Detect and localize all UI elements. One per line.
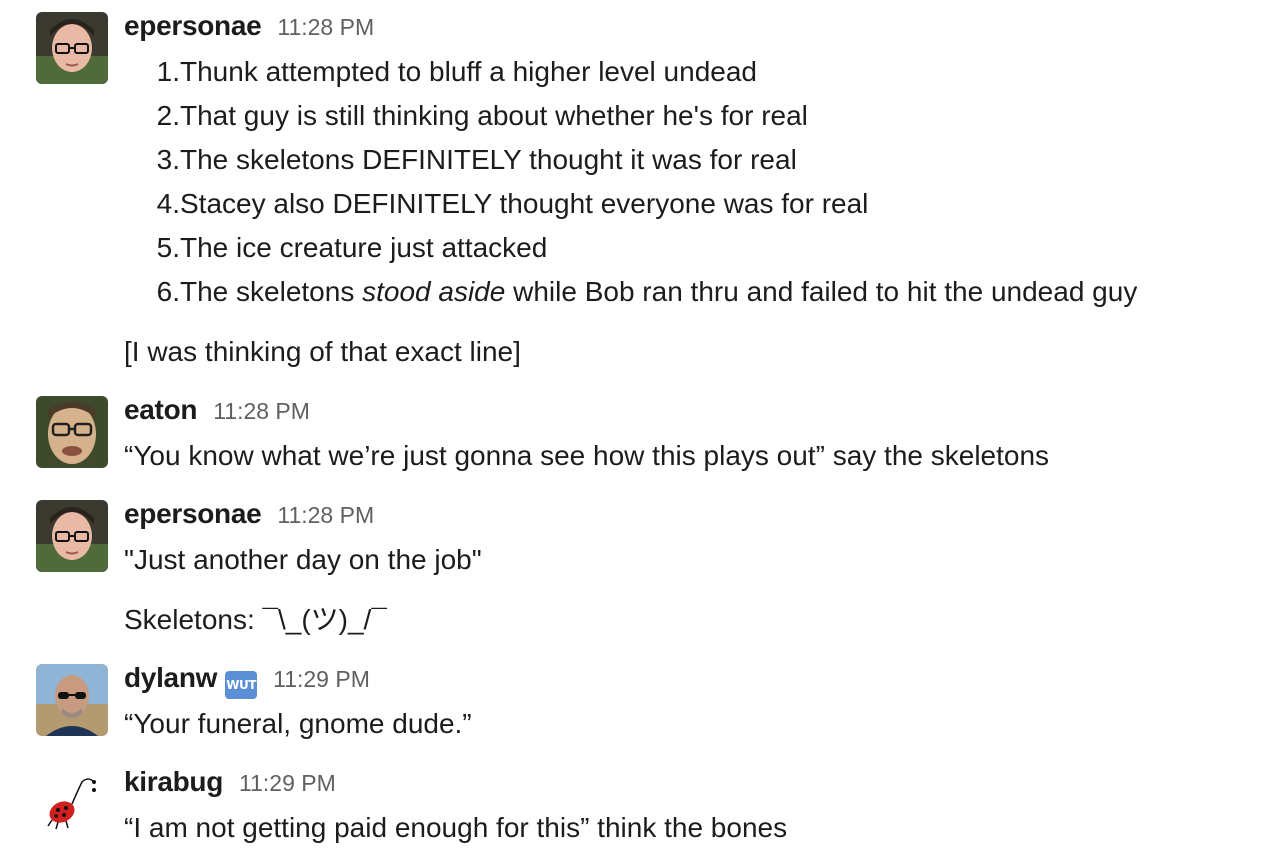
list-item-text: Stacey also DEFINITELY thought everyone …: [180, 188, 869, 219]
list-item-text: Thunk attempted to bluff a higher level …: [180, 56, 757, 87]
avatar-eaton-image: [36, 396, 108, 468]
list-item-text-emphasis: stood aside: [362, 276, 506, 307]
timestamp[interactable]: 11:28 PM: [277, 14, 374, 41]
list-item: 1. Thunk attempted to bluff a higher lev…: [124, 50, 1137, 94]
username[interactable]: epersonae: [124, 498, 262, 530]
list-item: 6. The skeletons stood aside while Bob r…: [124, 270, 1138, 314]
list-item: 5. The ice creature just attacked: [124, 226, 1137, 270]
timestamp[interactable]: 11:29 PM: [273, 666, 370, 693]
wut-emoji-badge: WUT: [225, 671, 258, 699]
list-item-text: The skeletons stood aside while Bob ran …: [180, 270, 1137, 314]
message-text: “Your funeral, gnome dude.”: [124, 708, 472, 739]
list-number: 6.: [156, 276, 180, 307]
username[interactable]: kirabug: [124, 766, 223, 798]
list-number: 2.: [156, 100, 180, 131]
message-text: "Just another day on the job": [124, 544, 482, 575]
numbered-list: 1. Thunk attempted to bluff a higher lev…: [124, 50, 1138, 314]
avatar[interactable]: [36, 12, 108, 84]
avatar[interactable]: [36, 500, 108, 572]
list-item: 2. That guy is still thinking about whet…: [124, 94, 1137, 138]
avatar-dylanw-image: [36, 664, 108, 736]
list-item: 3. The skeletons DEFINITELY thought it w…: [124, 138, 1137, 182]
list-number: 1.: [156, 56, 180, 87]
message-text: “I am not getting paid enough for this” …: [124, 812, 788, 843]
list-item-text-pre: The skeletons: [180, 276, 363, 307]
list-item: 4. Stacey also DEFINITELY thought everyo…: [124, 182, 1137, 226]
timestamp[interactable]: 11:29 PM: [239, 770, 336, 797]
username[interactable]: dylanw: [124, 662, 217, 694]
avatar-epersonae-image: [36, 12, 108, 84]
list-number: 3.: [156, 144, 180, 175]
list-number: 4.: [156, 188, 180, 219]
timestamp[interactable]: 11:28 PM: [277, 502, 374, 529]
message-text: “You know what we’re just gonna see how …: [124, 440, 1050, 471]
timestamp[interactable]: 11:28 PM: [213, 398, 310, 425]
message-text: [I was thinking of that exact line]: [124, 336, 521, 367]
avatar[interactable]: [36, 768, 108, 840]
ladybug-icon: [36, 768, 108, 840]
list-item-text: That guy is still thinking about whether…: [180, 100, 808, 131]
list-item-text: The ice creature just attacked: [180, 232, 548, 263]
message-text: Skeletons: ¯\_(ツ)_/¯: [124, 604, 387, 635]
username[interactable]: eaton: [124, 394, 197, 426]
list-item-text-post: while Bob ran thru and failed to hit the…: [505, 276, 1138, 307]
username[interactable]: epersonae: [124, 10, 262, 42]
avatar[interactable]: [36, 396, 108, 468]
list-number: 5.: [156, 232, 180, 263]
avatar-epersonae-image: [36, 500, 108, 572]
list-item-text: The skeletons DEFINITELY thought it was …: [180, 144, 797, 175]
avatar[interactable]: [36, 664, 108, 736]
